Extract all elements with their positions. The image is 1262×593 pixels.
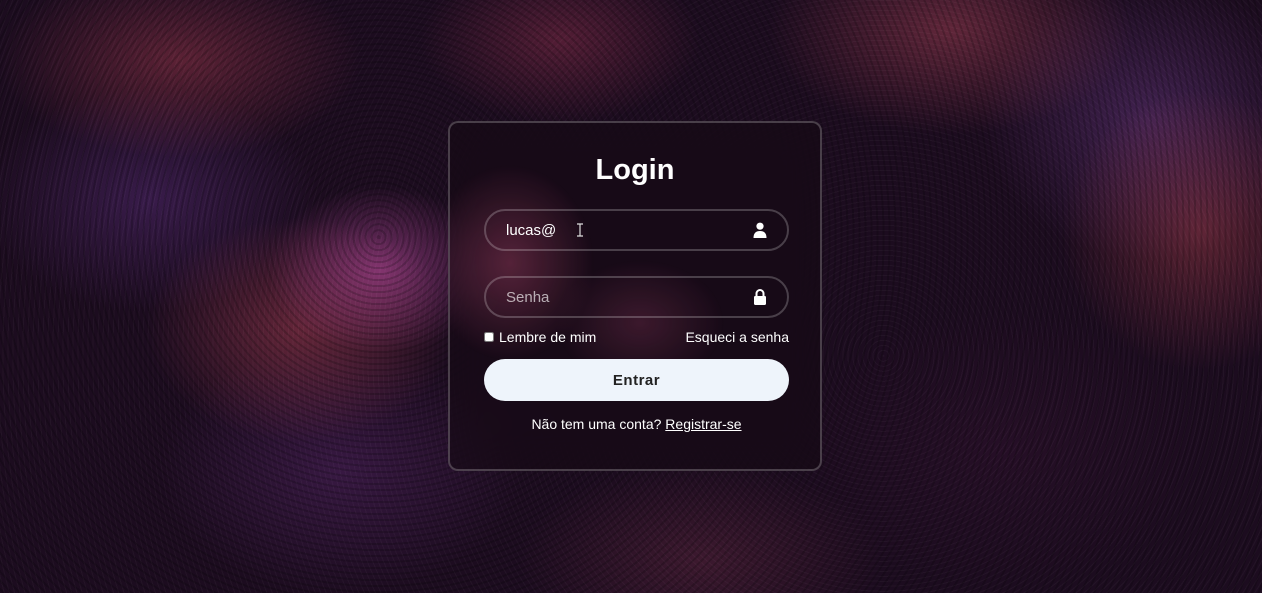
login-card: Login Lembre de mim Esqueci — [448, 121, 822, 471]
remember-me-checkbox[interactable] — [484, 332, 494, 342]
username-input[interactable] — [486, 211, 787, 249]
text-cursor-icon — [576, 223, 584, 237]
lock-icon — [751, 288, 769, 306]
user-icon — [751, 221, 769, 239]
remember-me-label: Lembre de mim — [499, 329, 597, 345]
options-row: Lembre de mim Esqueci a senha — [484, 328, 789, 346]
password-input[interactable] — [486, 278, 787, 316]
register-prompt-text: Não tem uma conta? — [531, 416, 662, 432]
login-button[interactable]: Entrar — [484, 359, 789, 401]
username-field-wrapper — [484, 209, 789, 251]
register-link[interactable]: Registrar-se — [665, 416, 741, 432]
login-title: Login — [595, 154, 675, 186]
register-prompt: Não tem uma conta? Registrar-se — [484, 416, 789, 432]
password-field-wrapper — [484, 276, 789, 318]
remember-me[interactable]: Lembre de mim — [484, 329, 596, 345]
forgot-password-link[interactable]: Esqueci a senha — [685, 329, 789, 345]
